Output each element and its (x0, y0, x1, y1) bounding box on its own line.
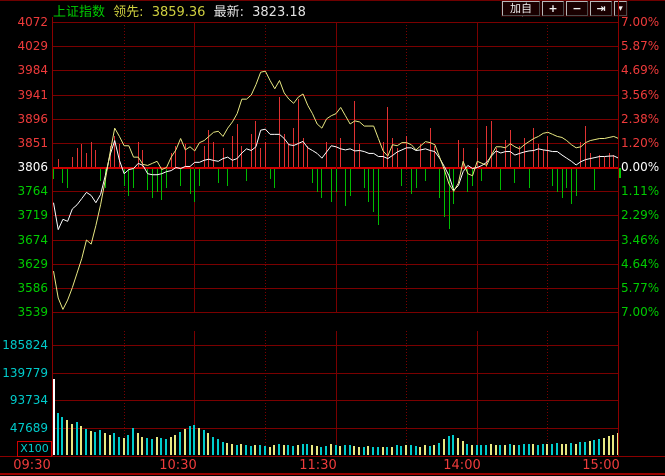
time-axis-line (0, 456, 665, 457)
volume-unit-label: X100 (17, 441, 52, 457)
price-axis-label: 4072 (0, 16, 48, 29)
chart-toolbar: 加自选 + − ⇥ ▾ (501, 1, 628, 17)
next-period-button[interactable]: ⇥ (590, 1, 612, 16)
time-axis-label: 10:30 (159, 458, 196, 473)
pct-axis-label: 5.77% (621, 282, 659, 295)
dropdown-button[interactable]: ▾ (614, 1, 627, 16)
price-axis-label: 3984 (0, 64, 48, 77)
add-to-watchlist-button[interactable]: 加自选 (502, 1, 540, 16)
pct-axis-label: 2.29% (621, 209, 659, 222)
zoom-in-button[interactable]: + (542, 1, 564, 16)
pct-axis-label: 7.00% (621, 306, 659, 319)
volume-axis-label: 93734 (0, 394, 48, 407)
zoom-out-button[interactable]: − (566, 1, 588, 16)
pct-axis-label: 3.46% (621, 234, 659, 247)
price-chart[interactable] (53, 17, 618, 331)
header-bar: 上证指数 领先: 3859.36 最新: 3823.18 (53, 1, 310, 17)
price-axis-label: 4029 (0, 40, 48, 53)
pct-axis-label: 4.64% (621, 258, 659, 271)
last-price-marker (619, 168, 621, 178)
pct-axis-label: 5.87% (621, 40, 659, 53)
time-axis-label: 11:30 (299, 458, 336, 473)
price-axis-label: 3851 (0, 137, 48, 150)
price-axis-label: 3896 (0, 113, 48, 126)
window-bottom-border (0, 473, 665, 475)
price-axis-label: 3539 (0, 306, 48, 319)
stock-intraday-window: 上证指数 领先: 3859.36 最新: 3823.18 加自选 + − ⇥ ▾… (0, 0, 665, 476)
price-axis-label: 3629 (0, 258, 48, 271)
pct-axis-label: 3.56% (621, 89, 659, 102)
pct-axis-label: 7.00% (621, 16, 659, 29)
time-axis-label: 14:00 (443, 458, 480, 473)
window-top-border (0, 0, 665, 1)
pane-right-border (618, 0, 619, 456)
price-axis-label: 3764 (0, 185, 48, 198)
pct-axis-label: 2.38% (621, 113, 659, 126)
price-axis-label: 3586 (0, 282, 48, 295)
price-axis-label: 3719 (0, 209, 48, 222)
volume-axis-label: 185824 (0, 339, 48, 352)
volume-axis-label: 139779 (0, 367, 48, 380)
pct-axis-label: 0.00% (621, 161, 659, 174)
pct-axis-label: 4.69% (621, 64, 659, 77)
pct-axis-label: 1.20% (621, 137, 659, 150)
price-axis-label: 3674 (0, 234, 48, 247)
volume-axis-label: 47689 (0, 422, 48, 435)
price-axis-label: 3806 (0, 161, 48, 174)
pct-axis-label: 1.11% (621, 185, 659, 198)
price-axis-label: 3941 (0, 89, 48, 102)
time-axis-label: 09:30 (13, 458, 50, 473)
volume-chart[interactable] (53, 331, 618, 456)
time-axis-label: 15:00 (582, 458, 619, 473)
